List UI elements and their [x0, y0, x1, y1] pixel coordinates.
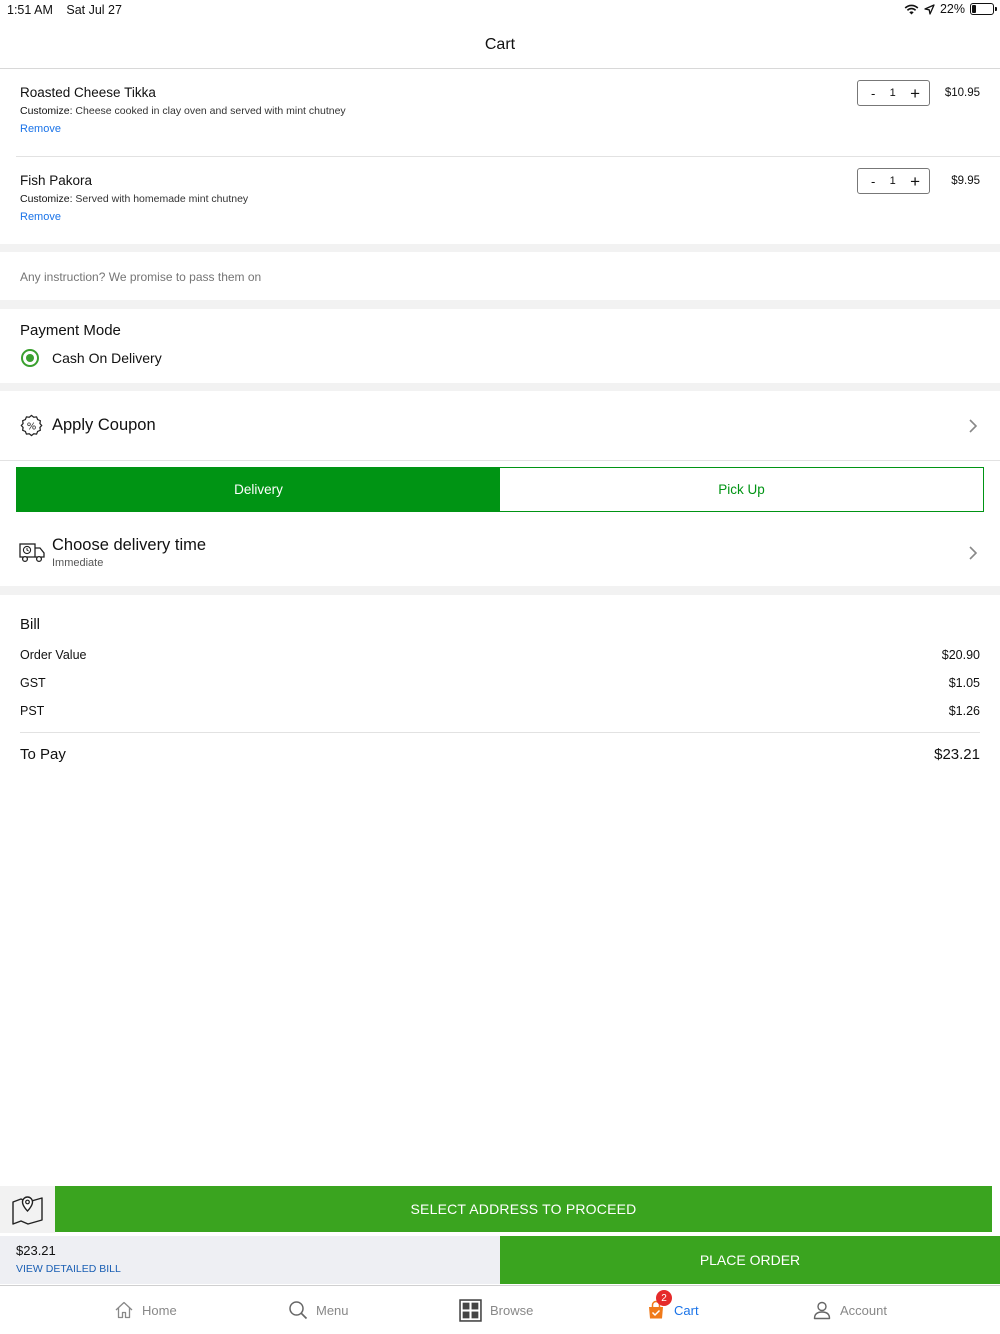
- grid-icon: [459, 1298, 482, 1322]
- cash-on-delivery-label[interactable]: Cash On Delivery: [52, 350, 162, 366]
- cash-on-delivery-radio[interactable]: [21, 349, 39, 367]
- bill-row-label: PST: [20, 704, 45, 718]
- svg-text:%: %: [27, 421, 37, 432]
- wifi-icon: [904, 4, 919, 14]
- bill-row-value: $1.26: [948, 704, 980, 718]
- increase-quantity-button[interactable]: +: [910, 85, 920, 102]
- map-pin-icon: [12, 1196, 43, 1225]
- battery-fill: [972, 5, 977, 13]
- remove-item-link[interactable]: Remove: [20, 123, 61, 135]
- percent-badge-icon: %: [20, 414, 43, 437]
- customize-label: Customize:: [20, 193, 73, 205]
- quantity-stepper: - 1 +: [857, 80, 930, 106]
- tab-menu-label: Menu: [316, 1302, 349, 1318]
- order-type-segment: Delivery Pick Up: [16, 467, 984, 512]
- user-icon: [813, 1301, 831, 1320]
- item-customization: Customize: Cheese cooked in clay oven an…: [20, 105, 346, 117]
- delivery-time-title[interactable]: Choose delivery time: [52, 536, 206, 555]
- chevron-right-icon: [969, 419, 978, 433]
- bill-row-value: $20.90: [941, 648, 980, 662]
- tab-account[interactable]: Account: [812, 1286, 887, 1334]
- item-divider: [16, 156, 1000, 157]
- location-arrow-icon: [924, 3, 935, 15]
- tab-bar: Home Menu Browse Cart 2 Account: [0, 1285, 1000, 1334]
- bill-row-label: GST: [20, 676, 46, 690]
- delivery-truck-icon: [19, 543, 45, 563]
- instruction-input[interactable]: [20, 270, 920, 284]
- bill-title: Bill: [20, 616, 41, 633]
- bill-divider: [20, 732, 980, 733]
- bill-row-label: Order Value: [20, 648, 87, 662]
- section-separator: [0, 300, 1000, 309]
- cart-screen: 1:51 AM Sat Jul 27 22% Cart Roasted Chee…: [0, 0, 1000, 1334]
- section-divider: [0, 460, 1000, 461]
- home-icon: [115, 1301, 133, 1319]
- increase-quantity-button[interactable]: +: [910, 173, 920, 190]
- tab-menu[interactable]: Menu: [288, 1286, 349, 1334]
- cart-item: Fish Pakora Customize: Served with homem…: [0, 158, 1000, 246]
- search-icon: [289, 1301, 308, 1320]
- tab-cart-label: Cart: [674, 1302, 699, 1318]
- page-title: Cart: [484, 36, 516, 53]
- quantity-value: 1: [889, 87, 896, 99]
- item-price: $9.95: [951, 175, 980, 187]
- bill-row-value: $1.05: [948, 676, 980, 690]
- quantity-value: 1: [889, 175, 896, 187]
- section-separator: [0, 244, 1000, 252]
- customize-label: Customize:: [20, 105, 73, 117]
- apply-coupon-label[interactable]: Apply Coupon: [52, 416, 156, 435]
- tab-account-label: Account: [840, 1302, 887, 1318]
- section-separator: [0, 586, 1000, 595]
- view-detailed-bill-link[interactable]: VIEW DETAILED BILL: [16, 1263, 121, 1275]
- remove-item-link[interactable]: Remove: [20, 211, 61, 223]
- battery-icon: [970, 3, 997, 15]
- select-address-button[interactable]: SELECT ADDRESS TO PROCEED: [55, 1186, 992, 1232]
- item-name: Fish Pakora: [20, 173, 93, 188]
- item-name: Roasted Cheese Tikka: [20, 85, 156, 100]
- status-bar: 1:51 AM Sat Jul 27 22%: [0, 0, 1000, 22]
- quantity-stepper: - 1 +: [857, 168, 930, 194]
- to-pay-label: To Pay: [20, 746, 66, 763]
- customize-text: Cheese cooked in clay oven and served wi…: [72, 105, 346, 117]
- bill-total-row: To Pay $23.21: [20, 746, 980, 763]
- decrease-quantity-button[interactable]: -: [871, 86, 875, 101]
- tab-home-label: Home: [142, 1302, 177, 1318]
- tab-browse[interactable]: Browse: [459, 1286, 533, 1334]
- map-button[interactable]: [0, 1186, 55, 1233]
- battery-percent: 22%: [939, 2, 965, 16]
- to-pay-value: $23.21: [934, 746, 980, 763]
- bill-row-order-value: Order Value $20.90: [20, 648, 980, 662]
- status-time: 1:51 AM: [7, 3, 53, 17]
- total-amount: $23.21: [16, 1243, 56, 1258]
- tab-browse-label: Browse: [490, 1302, 534, 1318]
- cart-count-badge: 2: [656, 1290, 672, 1306]
- chevron-right-icon: [969, 546, 978, 560]
- bill-summary-strip: $23.21 VIEW DETAILED BILL: [0, 1236, 500, 1284]
- item-price: $10.95: [944, 87, 980, 99]
- pickup-tab[interactable]: Pick Up: [500, 468, 983, 511]
- customize-text: Served with homemade mint chutney: [72, 193, 249, 205]
- payment-mode-title: Payment Mode: [20, 322, 121, 339]
- place-order-button[interactable]: PLACE ORDER: [500, 1236, 1000, 1284]
- tab-cart[interactable]: Cart 2: [646, 1286, 699, 1334]
- tab-home[interactable]: Home: [114, 1286, 177, 1334]
- status-date: Sat Jul 27: [66, 3, 122, 17]
- section-separator: [0, 383, 1000, 391]
- delivery-tab[interactable]: Delivery: [17, 468, 500, 511]
- bill-row-gst: GST $1.05: [20, 676, 980, 690]
- decrease-quantity-button[interactable]: -: [871, 174, 875, 189]
- item-customization: Customize: Served with homemade mint chu…: [20, 193, 248, 205]
- delivery-time-value: Immediate: [52, 557, 104, 569]
- cart-item: Roasted Cheese Tikka Customize: Cheese c…: [0, 70, 1000, 158]
- nav-bar: Cart: [0, 22, 1000, 69]
- bill-row-pst: PST $1.26: [20, 704, 980, 718]
